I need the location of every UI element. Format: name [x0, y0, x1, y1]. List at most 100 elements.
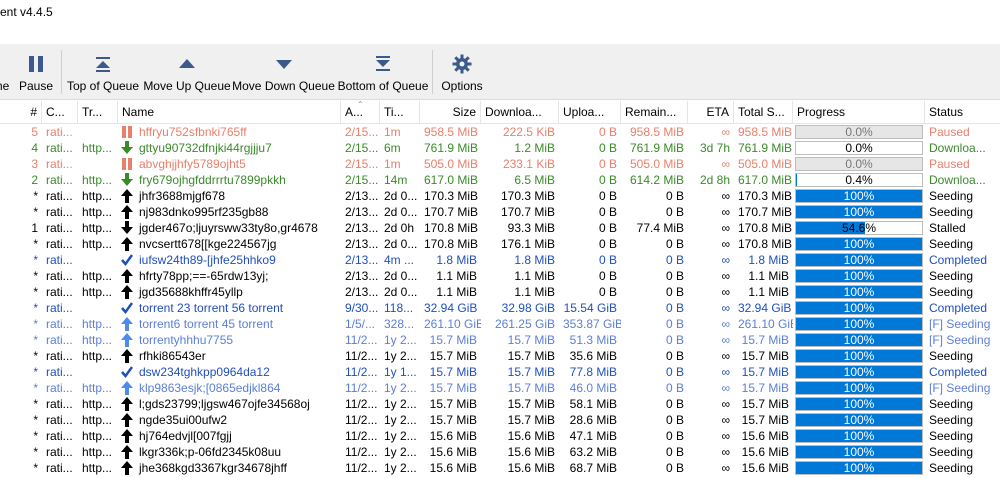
cell-uploaded: 63.2 MiB [569, 445, 617, 459]
table-row[interactable]: * rati... http... 2/13... 2d 0... 170.8 MiB 17… [0, 236, 1000, 252]
cell-uploaded: 0 B [598, 205, 617, 219]
cell-time-active: 1y 2... [384, 461, 417, 475]
upload-arrow-icon [120, 189, 134, 203]
col-header-progress[interactable]: Progress [793, 101, 925, 123]
table-row[interactable]: * rati... http... 11/2... 1y 2... 15.7 MiB 15.… [0, 412, 1000, 428]
cell-total-size: 15.7 MiB [741, 333, 789, 347]
cell-tracker: http... [82, 317, 113, 331]
move-up-queue-button[interactable]: Move Up Queue [143, 44, 231, 99]
table-row[interactable]: * rati... http... 11/2... 1y 2... 15.7 MiB 15.… [0, 380, 1000, 396]
col-header-name[interactable]: Name [118, 101, 341, 123]
checkmark-icon [120, 365, 134, 379]
upload-arrow-icon [120, 285, 134, 299]
col-header-downloaded[interactable]: Downloa... [481, 101, 559, 123]
col-header-time-active[interactable]: Ti... [380, 101, 420, 123]
move-down-queue-button[interactable]: Move Down Queue [232, 44, 335, 99]
cell-tracker: http... [82, 445, 113, 459]
col-header-remaining[interactable]: Remain... [621, 101, 688, 123]
col-header-total-size[interactable]: Total S... [734, 101, 793, 123]
cell-status: Seeding [929, 461, 974, 475]
cell-uploaded: 0 B [598, 157, 617, 171]
cell-name: nvcsertt678[[kge224567jg [118, 236, 341, 252]
cell-tracker [78, 252, 118, 268]
bottom-of-queue-button[interactable]: Bottom of Queue [338, 44, 428, 99]
col-header-size[interactable]: Size [420, 101, 481, 123]
cell-name: lkgr336k;p-06fd2345k08uu [118, 444, 341, 460]
cell-uploaded: 68.7 MiB [569, 461, 617, 475]
table-row[interactable]: * rati... http... 11/2... 1y 2... 15.7 MiB 15.… [0, 348, 1000, 364]
cell-remaining: 0 B [665, 445, 684, 459]
table-row[interactable]: * rati... http... 2/13... 2d 0... 170.3 MiB 17… [0, 188, 1000, 204]
cell-name: hj764edvjl[007fgjj [118, 428, 341, 444]
cell-added: 2/15... [345, 141, 379, 155]
cell-status: Completed [929, 301, 988, 315]
cell-tracker: http... [82, 141, 113, 155]
torrent-name: torrent6 torrent 45 torrent [139, 317, 274, 331]
cell-remaining: 0 B [665, 285, 684, 299]
col-header-eta[interactable]: ETA [688, 101, 734, 123]
pause-button[interactable]: Pause [18, 44, 54, 99]
table-row[interactable]: * rati... http... 11/2... 1y 2... 15.6 MiB 15.… [0, 460, 1000, 476]
table-row[interactable]: * rati... http... 11/2... 1y 2... 15.6 MiB 15.… [0, 428, 1000, 444]
table-row[interactable]: * rati... http... 2/13... 2d 0... 1.1 MiB 1.1 … [0, 284, 1000, 300]
cell-time-active: 1m [384, 157, 401, 171]
torrent-name: hfrty78pp;==-65rdw13yj; [139, 269, 269, 283]
move-down-queue-label: Move Down Queue [232, 79, 335, 93]
table-row[interactable]: 3 rati... 2/15... 1m 505.0 MiB 233.1 KiB 0 B 50… [0, 156, 1000, 172]
cell-size: 617.0 MiB [424, 173, 479, 187]
checkmark-icon [120, 301, 134, 315]
cell-tracker: http... [82, 237, 113, 251]
table-row[interactable]: 1 rati... http... 2/13... 2d 0h 170.8 MiB 93.3… [0, 220, 1000, 236]
cell-category: rati... [46, 365, 73, 379]
table-row[interactable]: * rati... 11/2... 1y 1... 15.7 MiB 15.7 MiB 77… [0, 364, 1000, 380]
cell-time-active: 2d 0h [384, 221, 415, 235]
table-row[interactable]: 2 rati... http... 2/15... 14m 617.0 MiB 6.5 Mi… [0, 172, 1000, 188]
cell-name: abvghjjhfy5789ojht5 [118, 156, 341, 172]
torrent-name: nvcsertt678[[kge224567jg [139, 237, 277, 251]
table-row[interactable]: * rati... http... 11/2... 1y 2... 15.6 MiB 15.… [0, 444, 1000, 460]
cell-remaining: 0 B [665, 317, 684, 331]
table-row[interactable]: * rati... http... 2/13... 2d 0... 170.7 MiB 17… [0, 204, 1000, 220]
pause-label: Pause [18, 79, 54, 93]
col-header-status[interactable]: Status [925, 101, 1000, 123]
col-header-queue[interactable]: # [0, 101, 42, 123]
table-row[interactable]: * rati... http... 11/2... 1y 2... 15.7 MiB 15.… [0, 396, 1000, 412]
cell-name: gttyu90732dfnjki44rgjjju7 [118, 140, 341, 156]
cell-status: [F] Seeding [929, 333, 991, 347]
col-header-uploaded[interactable]: Uploa... [559, 101, 621, 123]
col-header-tracker[interactable]: Tr... [78, 101, 118, 123]
table-row[interactable]: 4 rati... http... 2/15... 6m 761.9 MiB 1.2 MiB… [0, 140, 1000, 156]
cell-name: torrent6 torrent 45 torrent [118, 316, 341, 332]
cell-uploaded: 0 B [598, 125, 617, 139]
table-header: # C... Tr... Name A... Ti... Size Downlo… [0, 101, 1000, 124]
table-row[interactable]: * rati... http... 11/2... 1y 2... 15.7 MiB 15.… [0, 332, 1000, 348]
cell-added: 11/2... [345, 445, 378, 459]
cell-uploaded: 0 B [598, 269, 617, 283]
table-row[interactable]: 5 rati... 2/15... 1m 958.5 MiB 222.5 KiB 0 B 95… [0, 124, 1000, 140]
cell-total-size: 15.7 MiB [741, 397, 789, 411]
table-row[interactable]: * rati... 2/13... 4m ... 1.8 MiB 1.8 MiB 0 B 0 … [0, 252, 1000, 268]
table-row[interactable]: * rati... http... 1/5/... 328... 261.10 GiB 26… [0, 316, 1000, 332]
cell-status: Seeding [929, 349, 974, 363]
cell-eta: ∞ [721, 365, 730, 379]
download-arrow-icon [120, 141, 134, 155]
cell-time-active: 14m [384, 173, 408, 187]
torrent-table[interactable]: # C... Tr... Name A... Ti... Size Downlo… [0, 101, 1000, 478]
progress-bar: 100% [795, 333, 923, 347]
options-button[interactable]: Options [438, 44, 486, 99]
cell-name: fry679ojhgfddrrrtu7899pkkh [118, 172, 341, 188]
table-row[interactable]: * rati... 9/30... 118... 32.94 GiB 32.98 GiB 1… [0, 300, 1000, 316]
progress-text: 0.0% [845, 157, 873, 171]
resume-button[interactable]: me [0, 44, 12, 99]
cell-tracker [78, 364, 118, 380]
cell-category: rati... [46, 301, 73, 315]
col-header-category[interactable]: C... [42, 101, 78, 123]
upload-arrow-icon [120, 317, 134, 331]
cell-tracker: http... [82, 349, 113, 363]
table-row[interactable]: * rati... http... 2/13... 2d 0... 1.1 MiB 1.1 … [0, 268, 1000, 284]
top-of-queue-button[interactable]: Top of Queue [66, 44, 140, 99]
cell-total-size: 1.1 MiB [748, 269, 789, 283]
cell-category: rati... [46, 253, 73, 267]
cell-size: 505.0 MiB [424, 157, 479, 171]
options-label: Options [441, 79, 483, 93]
